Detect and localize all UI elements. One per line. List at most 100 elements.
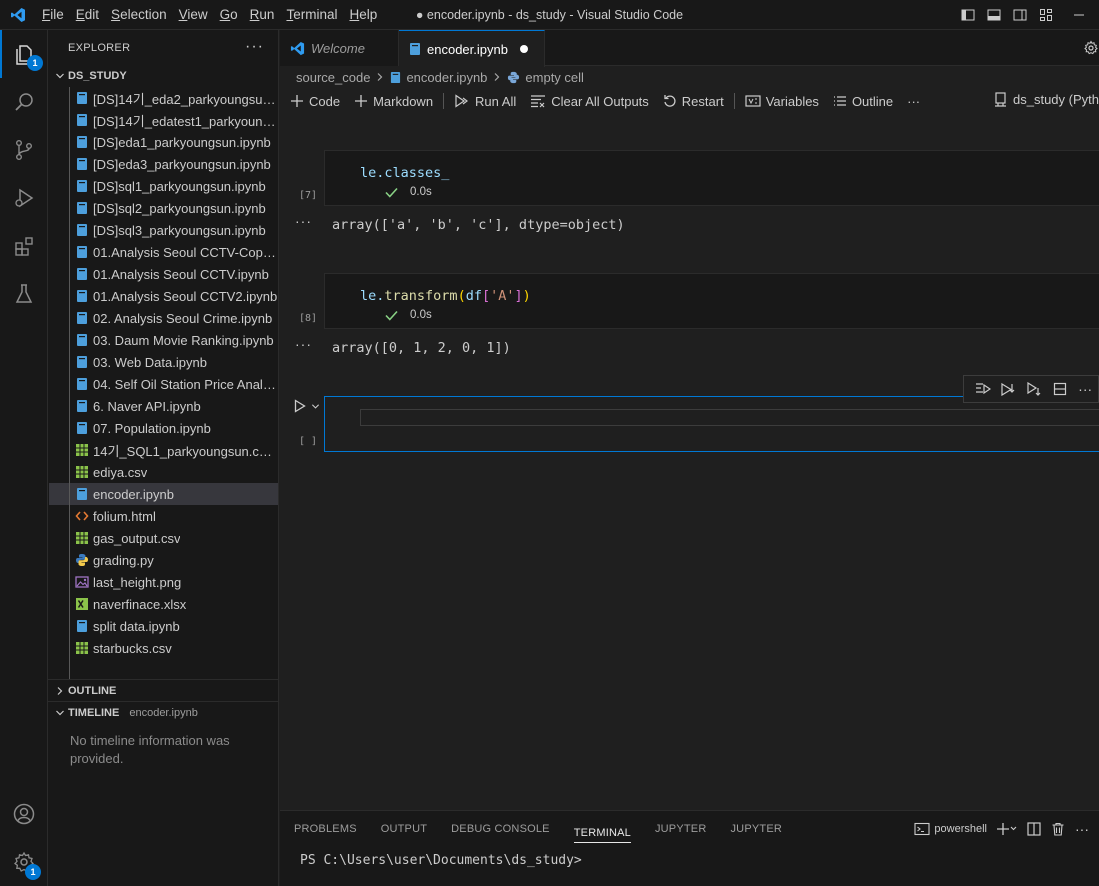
cell-editor[interactable]: le.classes_ 0.0s [324, 150, 1099, 206]
output-more-icon[interactable]: ··· [295, 336, 312, 352]
execute-and-below-icon[interactable] [996, 378, 1022, 400]
tab-encoder[interactable]: encoder.ipynb [399, 30, 545, 67]
tab-problems[interactable]: PROBLEMS [294, 811, 357, 847]
menu-run[interactable]: Run [244, 0, 281, 30]
file-item[interactable]: [DS]14기_eda2_parkyoungsun.ipynb [49, 87, 278, 109]
split-terminal-icon[interactable] [1027, 822, 1041, 836]
tab-debug-console[interactable]: DEBUG CONSOLE [451, 811, 550, 847]
kernel-picker[interactable]: ds_study (Python 3.x) [994, 92, 1099, 107]
chevron-down-icon[interactable] [311, 402, 320, 411]
file-item[interactable]: [DS]14기_edatest1_parkyoungsun.ipynb [49, 109, 278, 131]
folder-header[interactable]: DS_STUDY [48, 65, 278, 87]
split-cell-icon[interactable] [1047, 378, 1073, 400]
empty-code-cell[interactable] [324, 396, 1099, 452]
file-name: [DS]14기_edatest1_parkyoungsun.ipynb [93, 113, 278, 129]
account-icon[interactable] [0, 790, 48, 838]
restart-button[interactable]: Restart [663, 94, 724, 109]
file-item[interactable]: grading.py [49, 549, 278, 571]
add-markdown-cell-button[interactable]: Markdown [354, 94, 433, 109]
file-item[interactable]: naverfinace.xlsx [49, 593, 278, 615]
extensions-icon[interactable] [0, 222, 48, 270]
manage-gear-icon[interactable]: 1 [0, 838, 48, 886]
menu-run-rest: un [259, 6, 275, 22]
settings-gear-icon[interactable] [1083, 40, 1099, 59]
file-item[interactable]: [DS]sql3_parkyoungsun.ipynb [49, 219, 278, 241]
file-item[interactable]: [DS]sql1_parkyoungsun.ipynb [49, 175, 278, 197]
clear-all-label: Clear All Outputs [551, 93, 649, 109]
file-item[interactable]: [DS]eda3_parkyoungsun.ipynb [49, 153, 278, 175]
variables-label: Variables [765, 93, 819, 109]
output-more-icon[interactable]: ··· [295, 213, 312, 229]
toggle-primary-sidebar-icon[interactable] [955, 0, 981, 30]
file-item[interactable]: 04. Self Oil Station Price Analysis.ipyn… [49, 373, 278, 395]
menu-help[interactable]: Help [343, 0, 383, 30]
explorer-more-icon[interactable]: ··· [245, 38, 264, 56]
tab-output[interactable]: OUTPUT [381, 811, 427, 847]
variables-button[interactable]: Variables [745, 94, 819, 109]
add-code-cell-button[interactable]: Code [290, 94, 340, 109]
file-item[interactable]: last_height.png [49, 571, 278, 593]
run-cell-control [293, 399, 320, 413]
explorer-icon[interactable]: 1 [0, 30, 48, 78]
timeline-section[interactable]: TIMELINE encoder.ipynb [48, 701, 278, 723]
cell-input-field[interactable] [360, 409, 1099, 426]
file-item[interactable]: 6. Naver API.ipynb [49, 395, 278, 417]
breadcrumb-folder[interactable]: source_code [296, 70, 370, 85]
new-terminal-icon[interactable] [997, 822, 1017, 836]
tab-terminal[interactable]: TERMINAL [573, 815, 631, 843]
file-item[interactable]: ediya.csv [49, 461, 278, 483]
minimize-icon[interactable] [1059, 0, 1099, 30]
menu-go[interactable]: Go [214, 0, 244, 30]
file-item[interactable]: 01.Analysis Seoul CCTV.ipynb [49, 263, 278, 285]
cell-editor[interactable]: le.transform(df['A']) 0.0s [324, 273, 1099, 329]
outline-section[interactable]: OUTLINE [48, 679, 278, 701]
source-control-icon[interactable] [0, 126, 48, 174]
file-item[interactable]: encoder.ipynb [49, 483, 278, 505]
file-item[interactable]: 01.Analysis Seoul CCTV-Copy1.ipynb [49, 241, 278, 263]
menu-go-rest: o [230, 6, 238, 22]
testing-icon[interactable] [0, 270, 48, 318]
breadcrumb-file[interactable]: encoder.ipynb [406, 70, 487, 85]
file-item[interactable]: 07. Population.ipynb [49, 417, 278, 439]
terminal-prompt[interactable]: PS C:\Users\user\Documents\ds_study> [280, 847, 1099, 868]
trash-icon[interactable] [1051, 822, 1065, 836]
file-item[interactable]: folium.html [49, 505, 278, 527]
breadcrumb-cell[interactable]: empty cell [525, 70, 584, 85]
outline-button[interactable]: Outline [833, 94, 893, 109]
tab-jupyter[interactable]: JUPYTER [655, 811, 707, 847]
file-item[interactable]: [DS]sql2_parkyoungsun.ipynb [49, 197, 278, 219]
run-debug-icon[interactable] [0, 174, 48, 222]
run-cell-icon[interactable] [293, 399, 307, 413]
modified-dot-icon[interactable] [519, 45, 528, 53]
notebook-file-icon [74, 112, 90, 128]
toggle-panel-icon[interactable] [981, 0, 1007, 30]
menu-edit[interactable]: Edit [70, 0, 105, 30]
file-item[interactable]: 14기_SQL1_parkyoungsun.csv.csv [49, 439, 278, 461]
search-icon[interactable] [0, 78, 48, 126]
execute-above-icon[interactable] [970, 378, 996, 400]
file-item[interactable]: gas_output.csv [49, 527, 278, 549]
menu-view[interactable]: View [173, 0, 214, 30]
run-below-icon[interactable] [1021, 378, 1047, 400]
file-item[interactable]: 03. Daum Movie Ranking.ipynb [49, 329, 278, 351]
menu-selection[interactable]: Selection [105, 0, 173, 30]
toggle-secondary-sidebar-icon[interactable] [1007, 0, 1033, 30]
tab-welcome[interactable]: Welcome [280, 30, 399, 66]
more-actions-icon[interactable]: ··· [1072, 378, 1098, 400]
toolbar-more-button[interactable]: ··· [907, 94, 920, 109]
customize-layout-icon[interactable] [1033, 0, 1059, 30]
file-item[interactable]: split data.ipynb [49, 615, 278, 637]
file-item[interactable]: 01.Analysis Seoul CCTV2.ipynb [49, 285, 278, 307]
tab-jupyter-2[interactable]: JUPYTER [730, 811, 782, 847]
file-item[interactable]: 02. Analysis Seoul Crime.ipynb [49, 307, 278, 329]
terminal-selector[interactable]: powershell [914, 822, 987, 836]
clear-all-outputs-button[interactable]: Clear All Outputs [530, 94, 649, 109]
file-item[interactable]: [DS]eda1_parkyoungsun.ipynb [49, 131, 278, 153]
file-item[interactable]: 03. Web Data.ipynb [49, 351, 278, 373]
menu-file[interactable]: File [36, 0, 70, 30]
run-all-button[interactable]: Run All [454, 94, 516, 109]
menu-terminal[interactable]: Terminal [280, 0, 343, 30]
file-item[interactable]: starbucks.csv [49, 637, 278, 659]
panel-more-icon[interactable]: ··· [1075, 821, 1089, 837]
file-name: encoder.ipynb [93, 486, 174, 502]
